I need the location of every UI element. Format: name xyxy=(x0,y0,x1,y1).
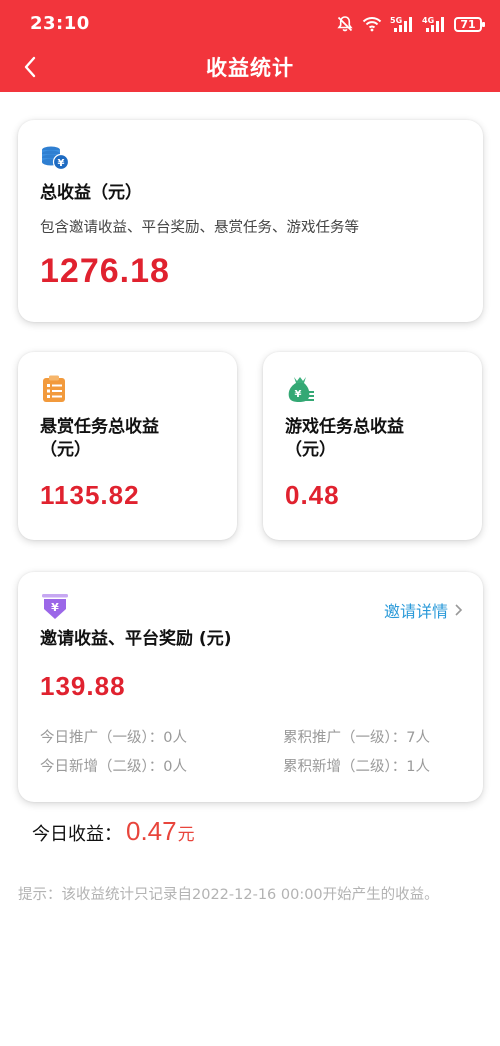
page-title: 收益统计 xyxy=(206,56,294,80)
today-earnings: 今日收益： 0.47 元 xyxy=(32,816,195,847)
today-new-level2: 今日新增（二级）：0人 xyxy=(40,759,187,775)
signal-4g-icon: 4G xyxy=(422,15,446,33)
money-bag-icon: ¥ xyxy=(285,374,315,404)
status-bar: 23:10 5G 4G 71 xyxy=(0,0,500,42)
today-earnings-unit: 元 xyxy=(177,825,195,845)
wifi-icon xyxy=(362,16,382,32)
total-earnings-desc: 包含邀请收益、平台奖励、悬赏任务、游戏任务等 xyxy=(40,220,359,236)
bounty-task-title: 悬赏任务总收益 （元） xyxy=(40,416,159,462)
clipboard-icon xyxy=(40,374,70,404)
coins-icon: ¥ xyxy=(40,142,70,172)
game-task-title-line2: （元） xyxy=(285,440,336,460)
status-icons: 5G 4G 71 xyxy=(336,12,485,36)
signal-5g-icon: 5G xyxy=(390,15,414,33)
total-earnings-value: 1276.18 xyxy=(40,252,170,290)
mute-bell-icon xyxy=(336,15,354,33)
invite-details-label: 邀请详情 xyxy=(383,602,448,621)
nav-bar: 收益统计 xyxy=(0,42,500,92)
invite-earnings-title: 邀请收益、平台奖励 (元) xyxy=(40,629,232,649)
bounty-task-title-line2: （元） xyxy=(40,440,91,460)
today-earnings-value: 0.47 xyxy=(126,816,177,846)
yuan-down-icon: ¥ xyxy=(40,592,70,622)
network-label-b: 4G xyxy=(422,16,434,25)
game-task-title-line1: 游戏任务总收益 xyxy=(285,417,404,437)
tip-text: 提示：该收益统计只记录自2022-12-16 00:00开始产生的收益。 xyxy=(18,887,439,903)
total-promotion-level1: 累积推广（一级）：7人 xyxy=(283,730,430,746)
total-new-level2: 累积新增（二级）：1人 xyxy=(283,759,430,775)
battery-icon: 71 xyxy=(454,16,485,32)
total-earnings-title: 总收益（元） xyxy=(40,183,142,203)
today-promotion-level1: 今日推广（一级）：0人 xyxy=(40,730,187,746)
today-earnings-label: 今日收益： xyxy=(32,824,122,845)
invite-earnings-card: ¥ 邀请详情 邀请收益、平台奖励 (元) 139.88 今日推广（一级）：0人 … xyxy=(18,572,483,802)
network-label-a: 5G xyxy=(390,16,402,25)
game-task-value: 0.48 xyxy=(285,480,340,510)
bounty-task-value: 1135.82 xyxy=(40,480,140,510)
invite-earnings-value: 139.88 xyxy=(40,671,126,701)
svg-text:¥: ¥ xyxy=(58,158,65,169)
bounty-task-card: 悬赏任务总收益 （元） 1135.82 xyxy=(18,352,237,540)
chevron-right-icon xyxy=(455,604,463,616)
total-earnings-card: ¥ 总收益（元） 包含邀请收益、平台奖励、悬赏任务、游戏任务等 1276.18 xyxy=(18,120,483,322)
invite-details-link[interactable]: 邀请详情 xyxy=(384,598,463,622)
svg-text:¥: ¥ xyxy=(295,389,302,400)
bounty-task-title-line1: 悬赏任务总收益 xyxy=(40,417,159,437)
svg-text:¥: ¥ xyxy=(51,601,59,614)
top-header: 23:10 5G 4G 71 收益统计 xyxy=(0,0,500,92)
game-task-card: ¥ 游戏任务总收益 （元） 0.48 xyxy=(263,352,482,540)
status-time: 23:10 xyxy=(30,13,90,34)
game-task-title: 游戏任务总收益 （元） xyxy=(285,416,404,462)
